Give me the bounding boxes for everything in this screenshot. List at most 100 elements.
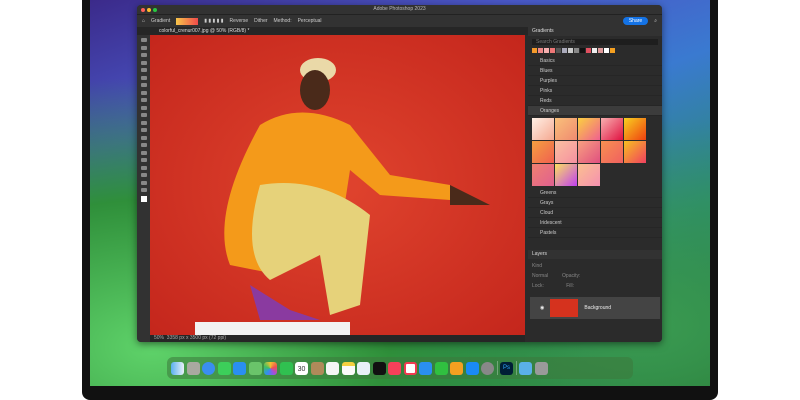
foreground-color[interactable]: [140, 195, 147, 202]
photos-icon[interactable]: [264, 361, 277, 375]
photoshop-icon[interactable]: Ps: [500, 361, 513, 375]
gradient-swatch[interactable]: [601, 118, 623, 140]
gradient-swatch[interactable]: [624, 118, 646, 140]
crop-tool-icon[interactable]: [140, 68, 147, 72]
share-button[interactable]: Share: [622, 17, 649, 25]
reminders-icon[interactable]: [326, 361, 339, 375]
tool-preset[interactable]: Gradient: [151, 18, 170, 24]
shape-tool-icon[interactable]: [140, 173, 147, 177]
gradient-type-icons[interactable]: ▮ ▮ ▮ ▮ ▮: [204, 18, 223, 24]
downloads-folder-icon[interactable]: [519, 361, 532, 375]
opacity-label[interactable]: Opacity:: [562, 273, 580, 279]
zoom-tool-icon[interactable]: [140, 188, 147, 192]
trash-icon[interactable]: [534, 361, 548, 375]
reverse-checkbox[interactable]: Reverse: [230, 18, 249, 24]
folder-cloud[interactable]: Cloud: [528, 208, 662, 218]
layers-panel-title: Layers: [528, 250, 662, 259]
tv-icon[interactable]: [372, 361, 386, 375]
messages-icon[interactable]: [217, 361, 231, 375]
folder-grays[interactable]: Grays: [528, 198, 662, 208]
lasso-tool-icon[interactable]: [140, 53, 147, 57]
safari-icon[interactable]: [202, 361, 215, 375]
lock-label: Lock:: [532, 283, 544, 289]
options-bar: ⌂ Gradient ▮ ▮ ▮ ▮ ▮ Reverse Dither Meth…: [137, 14, 662, 27]
gradient-swatch[interactable]: [532, 164, 554, 186]
folder-pastels[interactable]: Pastels: [528, 228, 662, 238]
calendar-icon[interactable]: 30: [295, 361, 308, 375]
gradient-swatch[interactable]: [555, 164, 577, 186]
dodge-tool-icon[interactable]: [140, 143, 147, 147]
gradient-picker[interactable]: [176, 17, 199, 25]
eyedropper-tool-icon[interactable]: [140, 83, 147, 87]
gradient-swatch[interactable]: [532, 141, 554, 163]
folder-iridescent[interactable]: Iridescent: [528, 218, 662, 228]
blend-mode-select[interactable]: Normal: [532, 273, 548, 279]
title-bar: Adobe Photoshop 2023: [137, 5, 662, 14]
numbers-icon[interactable]: [434, 361, 448, 375]
folder-oranges[interactable]: Oranges: [528, 106, 662, 116]
facetime-icon[interactable]: [279, 361, 293, 375]
gradient-tool-icon[interactable]: [140, 128, 147, 132]
brush-tool-icon[interactable]: [140, 98, 147, 102]
healing-tool-icon[interactable]: [140, 90, 147, 95]
stamp-tool-icon[interactable]: [140, 105, 147, 110]
desktop: Adobe Photoshop 2023 ⌂ Gradient ▮ ▮ ▮ ▮ …: [90, 0, 710, 386]
notes-icon[interactable]: [341, 361, 355, 375]
layer-kind-filter[interactable]: Kind: [532, 261, 658, 271]
layer-name: Background: [584, 305, 612, 311]
folder-purples[interactable]: Purples: [528, 76, 662, 86]
keynote-icon[interactable]: [419, 361, 432, 375]
gradient-swatch[interactable]: [532, 118, 554, 140]
layer-thumbnail: [550, 299, 579, 317]
system-settings-icon[interactable]: [481, 361, 494, 375]
gradient-swatch[interactable]: [578, 164, 600, 186]
news-icon[interactable]: [403, 361, 417, 375]
gradient-search-input[interactable]: Search Gradients: [532, 39, 658, 45]
folder-reds[interactable]: Reds: [528, 96, 662, 106]
folder-blues[interactable]: Blues: [528, 66, 662, 76]
gradient-swatch[interactable]: [601, 141, 623, 163]
layer-row[interactable]: ◉ Background: [530, 297, 660, 319]
minimize-button[interactable]: [147, 7, 151, 12]
search-icon[interactable]: ⌕: [654, 18, 657, 24]
path-select-icon[interactable]: [140, 165, 147, 170]
dither-checkbox[interactable]: Dither: [254, 18, 267, 24]
recent-gradients[interactable]: [532, 48, 658, 53]
gradient-swatch[interactable]: [578, 118, 600, 140]
music-icon[interactable]: [388, 361, 401, 375]
folder-pinks[interactable]: Pinks: [528, 86, 662, 96]
launchpad-icon[interactable]: [186, 361, 200, 375]
select-tool-icon[interactable]: [140, 60, 147, 65]
type-tool-icon[interactable]: [140, 158, 147, 162]
fill-label[interactable]: Fill:: [566, 283, 574, 289]
history-brush-icon[interactable]: [140, 113, 147, 117]
frame-tool-icon[interactable]: [140, 75, 147, 80]
gradient-swatch[interactable]: [555, 141, 577, 163]
move-tool-icon[interactable]: [140, 38, 147, 42]
mail-icon[interactable]: [233, 361, 246, 375]
pages-icon[interactable]: [450, 361, 463, 375]
canvas[interactable]: [150, 35, 525, 335]
zoom-level[interactable]: 50%: [154, 335, 164, 341]
eye-icon[interactable]: ◉: [540, 305, 544, 311]
contacts-icon[interactable]: [310, 361, 324, 375]
gradient-swatch[interactable]: [578, 141, 600, 163]
method-select[interactable]: Perceptual: [298, 18, 322, 24]
gradient-swatch[interactable]: [555, 118, 577, 140]
pen-tool-icon[interactable]: [140, 150, 147, 155]
eraser-tool-icon[interactable]: [140, 120, 147, 125]
app-store-icon[interactable]: [465, 361, 479, 375]
marquee-tool-icon[interactable]: [140, 45, 147, 50]
maps-icon[interactable]: [248, 361, 262, 375]
blur-tool-icon[interactable]: [140, 135, 147, 140]
close-button[interactable]: [141, 7, 145, 12]
home-icon[interactable]: ⌂: [142, 18, 145, 24]
finder-icon[interactable]: [171, 361, 184, 375]
freeform-icon[interactable]: [357, 361, 370, 375]
folder-greens[interactable]: Greens: [528, 188, 662, 198]
zoom-button[interactable]: [153, 7, 157, 12]
hand-tool-icon[interactable]: [140, 180, 147, 185]
method-label: Method:: [273, 18, 292, 24]
gradient-swatch[interactable]: [624, 141, 646, 163]
folder-basics[interactable]: Basics: [528, 56, 662, 66]
